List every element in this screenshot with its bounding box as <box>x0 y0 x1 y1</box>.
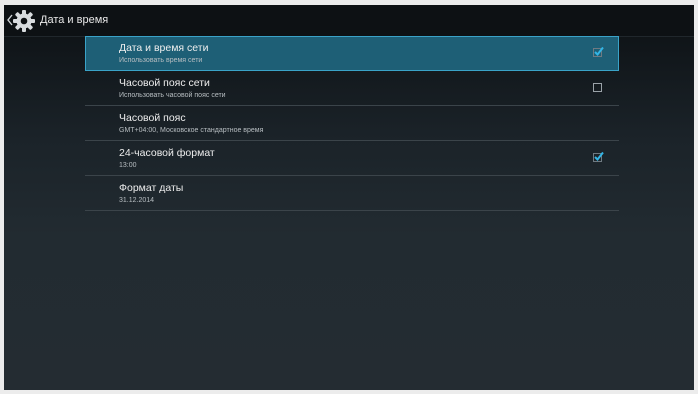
setting-title: 24-часовой формат <box>119 147 215 159</box>
setting-summary: 13:00 <box>119 162 137 169</box>
setting-summary: 31.12.2014 <box>119 197 155 204</box>
setting-summary: GMT+04:00, Московское стандартное время <box>119 127 264 134</box>
setting-title: Дата и время сети <box>119 42 209 54</box>
gear-icon[interactable] <box>12 9 36 33</box>
network-time-zone-checkbox[interactable] <box>593 83 602 92</box>
page-title: Дата и время <box>40 14 109 26</box>
settings-screen: Дата и время Дата и время сети Использов… <box>4 5 694 390</box>
setting-network-date-time[interactable]: Дата и время сети Использовать время сет… <box>85 36 619 71</box>
setting-title: Формат даты <box>119 182 184 194</box>
setting-24-hour-format[interactable]: 24-часовой формат 13:00 <box>85 141 619 176</box>
setting-title: Часовой пояс сети <box>119 77 210 89</box>
setting-title: Часовой пояс <box>119 112 186 124</box>
checkmark-icon <box>594 46 604 57</box>
network-date-time-checkbox[interactable] <box>593 46 604 57</box>
setting-summary: Использовать часовой пояс сети <box>119 92 226 99</box>
action-bar: Дата и время <box>4 5 694 37</box>
setting-time-zone[interactable]: Часовой пояс GMT+04:00, Московское станд… <box>85 106 619 141</box>
24-hour-format-checkbox[interactable] <box>593 151 604 162</box>
settings-list: Дата и время сети Использовать время сет… <box>85 36 619 211</box>
setting-date-format[interactable]: Формат даты 31.12.2014 <box>85 176 619 211</box>
setting-network-time-zone[interactable]: Часовой пояс сети Использовать часовой п… <box>85 71 619 106</box>
checkmark-icon <box>594 151 604 162</box>
setting-summary: Использовать время сети <box>119 57 203 64</box>
